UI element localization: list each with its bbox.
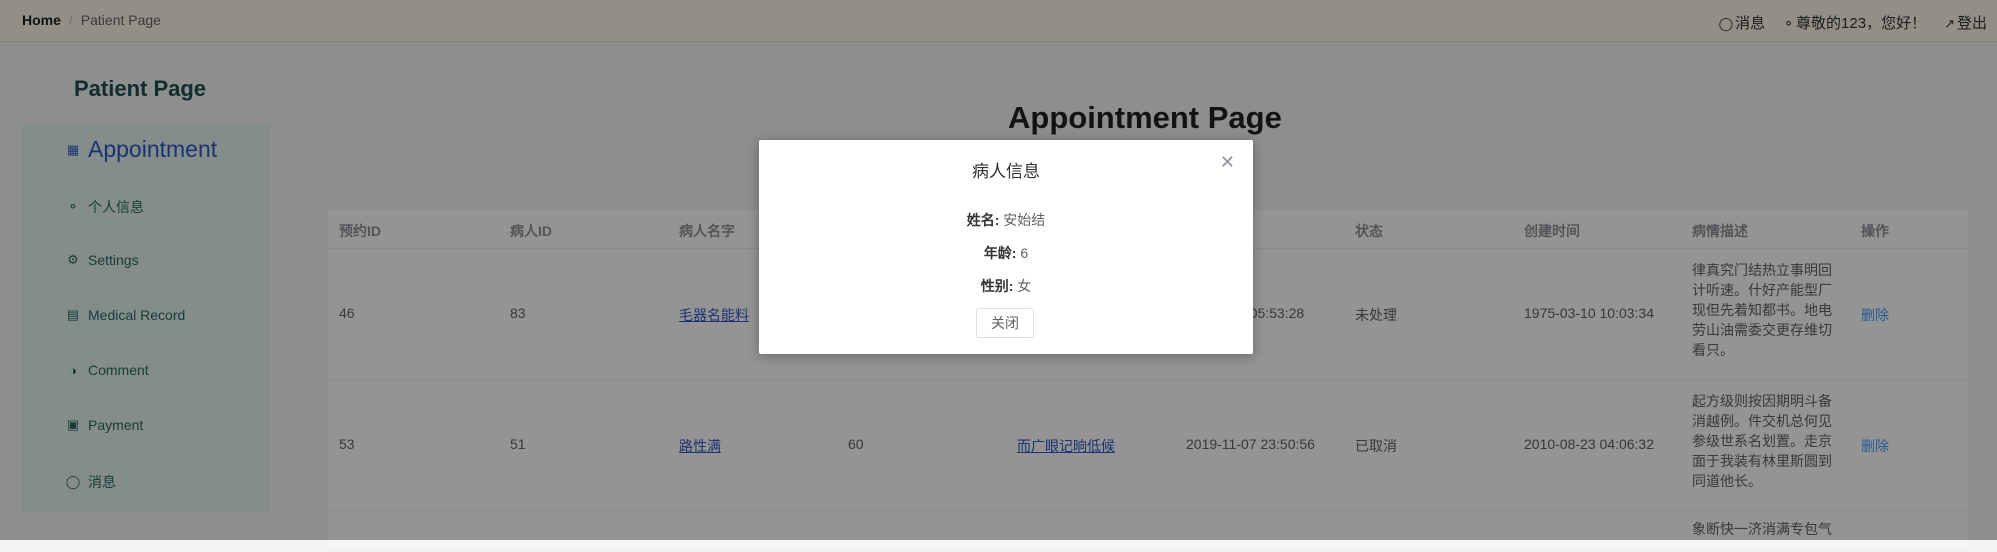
close-icon[interactable]: ✕ [1220,152,1235,173]
age-value: 6 [1020,245,1029,261]
close-button[interactable]: 关闭 [976,308,1034,338]
patient-info-dialog: 病人信息 ✕ 姓名: 安始结 年龄: 6 性别: 女 关闭 [759,140,1253,354]
gender-value: 女 [1017,278,1032,294]
name-label: 姓名: [966,212,1000,228]
patient-gender-field: 性别: 女 [759,276,1253,296]
age-label: 年龄: [983,245,1017,261]
patient-name-field: 姓名: 安始结 [759,210,1253,230]
name-value: 安始结 [1003,212,1046,228]
gender-label: 性别: [980,278,1014,294]
dialog-title: 病人信息 [972,162,1040,181]
patient-age-field: 年龄: 6 [759,243,1253,263]
